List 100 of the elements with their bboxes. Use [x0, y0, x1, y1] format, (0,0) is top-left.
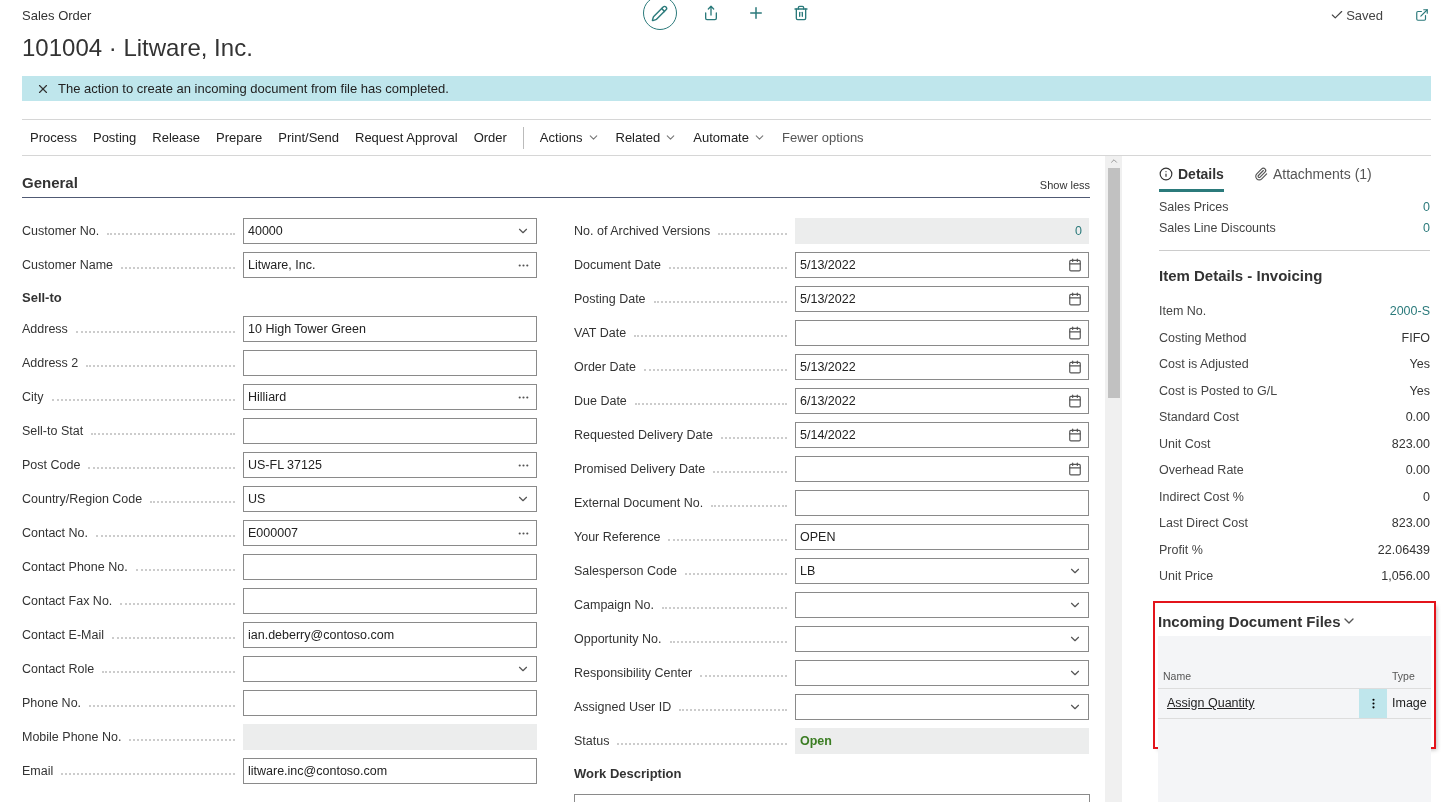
field-label: Mobile Phone No. [22, 730, 122, 744]
date-field[interactable]: 5/14/2022 [795, 422, 1089, 448]
scrollbar[interactable] [1105, 156, 1122, 802]
field-label: Contact E-Mail [22, 628, 104, 642]
text-field[interactable] [243, 418, 537, 444]
action-menu[interactable]: Print/Send [270, 130, 347, 145]
field-label: Responsibility Center [574, 666, 693, 680]
notification-text: The action to create an incoming document from file has completed. [58, 81, 449, 96]
dropdown-field[interactable]: US [243, 486, 537, 512]
factbox-tab[interactable]: Attachments (1) [1253, 164, 1372, 192]
date-field[interactable] [795, 320, 1089, 346]
lookup-field[interactable]: Hilliard [243, 384, 537, 410]
open-in-new-window-button[interactable] [1413, 6, 1431, 24]
factbox-tab[interactable]: Details [1159, 164, 1224, 192]
detail-label: Cost is Posted to G/L [1159, 383, 1278, 398]
count-link[interactable]: 0 [1423, 220, 1430, 235]
field-label: Opportunity No. [574, 632, 662, 646]
field-label: Your Reference [574, 530, 661, 544]
detail-link[interactable]: 2000-S [1389, 304, 1430, 319]
detail-label: Item No. [1159, 304, 1207, 319]
count-link[interactable]: 0 [1423, 199, 1430, 214]
pencil-icon [651, 4, 668, 22]
dropdown-field[interactable] [795, 694, 1089, 720]
field-label: Status [574, 734, 610, 748]
date-field[interactable]: 5/13/2022 [795, 252, 1089, 278]
trash-icon [792, 5, 809, 21]
field-label: Contact Phone No. [22, 560, 128, 574]
field-label: City [22, 390, 44, 404]
calendar-icon [1068, 360, 1082, 374]
date-field[interactable]: 6/13/2022 [795, 388, 1089, 414]
text-field[interactable]: OPEN [795, 524, 1089, 550]
dropdown-field[interactable] [795, 626, 1089, 652]
detail-label: Profit % [1159, 542, 1203, 557]
text-field[interactable] [243, 554, 537, 580]
field-label: External Document No. [574, 496, 704, 510]
text-field[interactable]: litware.inc@contoso.com [243, 758, 537, 784]
detail-value: Yes [1409, 383, 1430, 398]
field-label: Email [22, 764, 54, 778]
action-menu[interactable]: Request Approval [347, 130, 466, 145]
field-label: Due Date [574, 394, 627, 408]
detail-label: Standard Cost [1159, 410, 1239, 425]
column-header: Type [1391, 669, 1416, 682]
text-field[interactable]: ian.deberry@contoso.com [243, 622, 537, 648]
detail-label: Costing Method [1159, 330, 1247, 345]
detail-label: Sales Prices [1159, 199, 1229, 214]
lookup-field[interactable]: E000007 [243, 520, 537, 546]
action-dropdown[interactable]: Automate [685, 130, 774, 145]
text-field[interactable] [795, 490, 1089, 516]
text-field[interactable] [243, 690, 537, 716]
field-label: Contact No. [22, 526, 88, 540]
column-header: Name [1162, 669, 1192, 682]
date-field[interactable] [795, 456, 1089, 482]
saved-label: Saved [1346, 7, 1383, 23]
calendar-icon [1068, 394, 1082, 408]
detail-label: Sales Line Discounts [1159, 220, 1276, 235]
detail-label: Cost is Adjusted [1159, 357, 1249, 372]
external-link-icon [1415, 8, 1429, 22]
dropdown-field[interactable]: LB [795, 558, 1089, 584]
lookup-field[interactable]: US-FL 37125 [243, 452, 537, 478]
fewer-options-button[interactable]: Fewer options [773, 130, 872, 145]
action-menu[interactable]: Order [465, 130, 515, 145]
date-field[interactable]: 5/13/2022 [795, 354, 1089, 380]
edit-button[interactable] [642, 0, 677, 30]
action-menu[interactable]: Process [22, 130, 85, 145]
dropdown-field[interactable]: 40000 [243, 218, 537, 244]
field-label: Promised Delivery Date [574, 462, 706, 476]
factbox-title: Item Details - Invoicing [1159, 267, 1324, 284]
dropdown-field[interactable] [795, 592, 1089, 618]
field-label: Salesperson Code [574, 564, 677, 578]
file-name-link[interactable]: Assign Quantity [1158, 696, 1359, 710]
action-menu[interactable]: Release [144, 130, 209, 145]
text-field[interactable] [243, 588, 537, 614]
field-label: Phone No. [22, 696, 82, 710]
field-label: Assigned User ID [574, 700, 672, 714]
field-label: Posting Date [574, 292, 646, 306]
detail-value: 823.00 [1391, 516, 1430, 531]
text-field[interactable] [243, 350, 537, 376]
field-label: Country/Region Code [22, 492, 143, 506]
lookup-field[interactable]: Litware, Inc. [243, 252, 537, 278]
dropdown-field[interactable] [795, 660, 1089, 686]
date-field[interactable]: 5/13/2022 [795, 286, 1089, 312]
action-dropdown[interactable]: Related [607, 130, 686, 145]
text-field[interactable]: 10 High Tower Green [243, 316, 537, 342]
incoming-files-title[interactable]: Incoming Document Files [1158, 612, 1431, 636]
group-heading: Sell-to [22, 289, 62, 305]
detail-value: Yes [1409, 357, 1430, 372]
check-icon [1330, 8, 1345, 22]
number-field[interactable]: 0 [795, 218, 1089, 244]
action-dropdown[interactable]: Actions [531, 130, 608, 145]
action-menu[interactable]: Prepare [208, 130, 271, 145]
field-label: Customer Name [22, 258, 113, 272]
show-less-link[interactable]: Show less [1039, 179, 1090, 191]
section-title: General [22, 174, 78, 191]
field-label: Requested Delivery Date [574, 428, 713, 442]
detail-label: Overhead Rate [1159, 463, 1244, 478]
action-menu[interactable]: Posting [84, 130, 145, 145]
dropdown-field[interactable] [243, 656, 537, 682]
calendar-icon [1068, 258, 1082, 272]
detail-label: Unit Price [1159, 569, 1214, 584]
detail-value: 0.00 [1405, 410, 1430, 425]
